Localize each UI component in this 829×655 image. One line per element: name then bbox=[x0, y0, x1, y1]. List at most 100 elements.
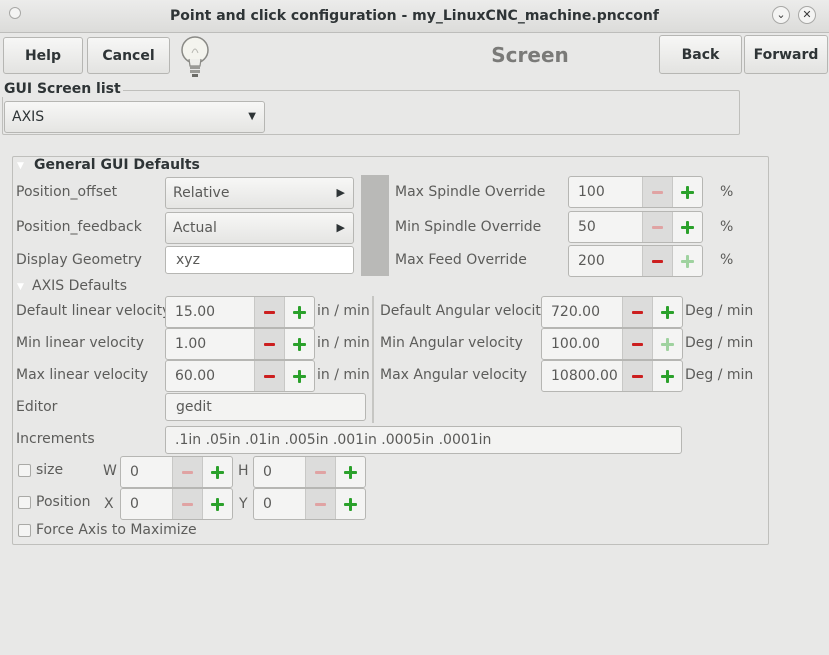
general-gui-defaults-label: General GUI Defaults bbox=[32, 157, 202, 173]
minimize-icon[interactable]: ⌄ bbox=[772, 6, 790, 24]
max-spindle-override-unit: % bbox=[720, 184, 734, 200]
decrement-icon[interactable] bbox=[172, 457, 202, 487]
decrement-icon[interactable] bbox=[642, 246, 672, 276]
increment-icon[interactable] bbox=[284, 361, 314, 391]
min-linear-velocity-unit: in / min bbox=[317, 335, 370, 351]
decrement-icon[interactable] bbox=[642, 177, 672, 207]
increment-icon[interactable] bbox=[672, 212, 702, 242]
decrement-icon[interactable] bbox=[254, 329, 284, 359]
increment-icon[interactable] bbox=[335, 489, 365, 519]
max-feed-override-spin[interactable]: 200 bbox=[568, 245, 703, 277]
decrement-icon[interactable] bbox=[622, 297, 652, 327]
increment-icon[interactable] bbox=[202, 457, 232, 487]
height-label: H bbox=[238, 463, 249, 479]
min-angular-velocity-label: Min Angular velocity bbox=[380, 335, 523, 351]
decrement-icon[interactable] bbox=[642, 212, 672, 242]
y-label: Y bbox=[239, 496, 248, 512]
max-feed-override-value[interactable]: 200 bbox=[569, 246, 642, 276]
position-offset-label: Position_offset bbox=[16, 184, 118, 200]
position-feedback-select[interactable]: Actual ▶ bbox=[165, 212, 354, 244]
position-offset-value: Relative bbox=[173, 185, 230, 201]
default-linear-velocity-value[interactable]: 15.00 bbox=[166, 297, 254, 327]
increment-icon[interactable] bbox=[652, 329, 682, 359]
column-separator bbox=[372, 296, 374, 423]
x-position-spin[interactable]: 0 bbox=[120, 488, 233, 520]
min-spindle-override-value[interactable]: 50 bbox=[569, 212, 642, 242]
decrement-icon[interactable] bbox=[254, 297, 284, 327]
default-angular-velocity-value[interactable]: 720.00 bbox=[542, 297, 622, 327]
default-linear-velocity-unit: in / min bbox=[317, 303, 370, 319]
min-linear-velocity-label: Min linear velocity bbox=[16, 335, 145, 351]
default-angular-velocity-label: Default Angular velocity bbox=[380, 303, 550, 319]
gui-screen-select-value: AXIS bbox=[12, 109, 45, 125]
expander-arrow-icon[interactable]: ▼ bbox=[17, 282, 24, 292]
increment-icon[interactable] bbox=[652, 361, 682, 391]
x-label: X bbox=[104, 496, 114, 512]
min-angular-velocity-value[interactable]: 100.00 bbox=[542, 329, 622, 359]
decrement-icon[interactable] bbox=[622, 361, 652, 391]
decrement-icon[interactable] bbox=[305, 489, 335, 519]
min-spindle-override-spin[interactable]: 50 bbox=[568, 211, 703, 243]
decrement-icon[interactable] bbox=[254, 361, 284, 391]
decrement-icon[interactable] bbox=[305, 457, 335, 487]
expander-arrow-icon[interactable]: ▼ bbox=[17, 161, 24, 171]
size-label: size bbox=[36, 462, 64, 478]
max-linear-velocity-value[interactable]: 60.00 bbox=[166, 361, 254, 391]
max-linear-velocity-unit: in / min bbox=[317, 367, 370, 383]
max-spindle-override-value[interactable]: 100 bbox=[569, 177, 642, 207]
default-angular-velocity-unit: Deg / min bbox=[685, 303, 754, 319]
max-angular-velocity-spin[interactable]: 10800.00 bbox=[541, 360, 683, 392]
position-offset-select[interactable]: Relative ▶ bbox=[165, 177, 354, 209]
submenu-arrow-icon: ▶ bbox=[336, 186, 345, 199]
position-feedback-label: Position_feedback bbox=[16, 219, 142, 235]
increment-icon[interactable] bbox=[652, 297, 682, 327]
force-maximize-checkbox[interactable] bbox=[18, 524, 31, 537]
increment-icon[interactable] bbox=[335, 457, 365, 487]
lightbulb-icon[interactable] bbox=[178, 33, 212, 81]
increment-icon[interactable] bbox=[284, 297, 314, 327]
close-icon[interactable]: ✕ bbox=[798, 6, 816, 24]
cancel-button[interactable]: Cancel bbox=[87, 37, 170, 74]
decrement-icon[interactable] bbox=[172, 489, 202, 519]
default-linear-velocity-spin[interactable]: 15.00 bbox=[165, 296, 315, 328]
default-linear-velocity-label: Default linear velocity bbox=[16, 303, 171, 319]
forward-button[interactable]: Forward bbox=[744, 35, 828, 74]
size-checkbox[interactable] bbox=[18, 464, 31, 477]
height-spin[interactable]: 0 bbox=[253, 456, 366, 488]
x-position-value[interactable]: 0 bbox=[121, 489, 172, 519]
title-bar: Point and click configuration - my_Linux… bbox=[0, 0, 829, 33]
increment-icon[interactable] bbox=[672, 246, 702, 276]
max-feed-override-unit: % bbox=[720, 252, 734, 268]
position-label: Position bbox=[36, 494, 91, 510]
window-title: Point and click configuration - my_Linux… bbox=[170, 8, 659, 24]
decrement-icon[interactable] bbox=[622, 329, 652, 359]
default-angular-velocity-spin[interactable]: 720.00 bbox=[541, 296, 683, 328]
y-position-spin[interactable]: 0 bbox=[253, 488, 366, 520]
max-feed-override-label: Max Feed Override bbox=[395, 252, 527, 268]
width-value[interactable]: 0 bbox=[121, 457, 172, 487]
max-angular-velocity-value[interactable]: 10800.00 bbox=[542, 361, 622, 391]
min-linear-velocity-value[interactable]: 1.00 bbox=[166, 329, 254, 359]
y-position-value[interactable]: 0 bbox=[254, 489, 305, 519]
max-linear-velocity-spin[interactable]: 60.00 bbox=[165, 360, 315, 392]
increment-icon[interactable] bbox=[284, 329, 314, 359]
position-checkbox[interactable] bbox=[18, 496, 31, 509]
display-geometry-input[interactable]: xyz bbox=[165, 246, 354, 274]
max-spindle-override-label: Max Spindle Override bbox=[395, 184, 546, 200]
min-angular-velocity-spin[interactable]: 100.00 bbox=[541, 328, 683, 360]
help-button[interactable]: Help bbox=[3, 37, 83, 74]
min-linear-velocity-spin[interactable]: 1.00 bbox=[165, 328, 315, 360]
back-button[interactable]: Back bbox=[659, 35, 742, 74]
max-spindle-override-spin[interactable]: 100 bbox=[568, 176, 703, 208]
gui-screen-select[interactable]: AXIS ▼ bbox=[4, 101, 265, 133]
editor-label: Editor bbox=[16, 399, 58, 415]
max-linear-velocity-label: Max linear velocity bbox=[16, 367, 149, 383]
increment-icon[interactable] bbox=[202, 489, 232, 519]
height-value[interactable]: 0 bbox=[254, 457, 305, 487]
editor-input[interactable]: gedit bbox=[165, 393, 366, 421]
increment-icon[interactable] bbox=[672, 177, 702, 207]
dropdown-arrow-icon: ▼ bbox=[248, 111, 256, 122]
max-angular-velocity-label: Max Angular velocity bbox=[380, 367, 527, 383]
increments-input[interactable]: .1in .05in .01in .005in .001in .0005in .… bbox=[165, 426, 682, 454]
width-spin[interactable]: 0 bbox=[120, 456, 233, 488]
